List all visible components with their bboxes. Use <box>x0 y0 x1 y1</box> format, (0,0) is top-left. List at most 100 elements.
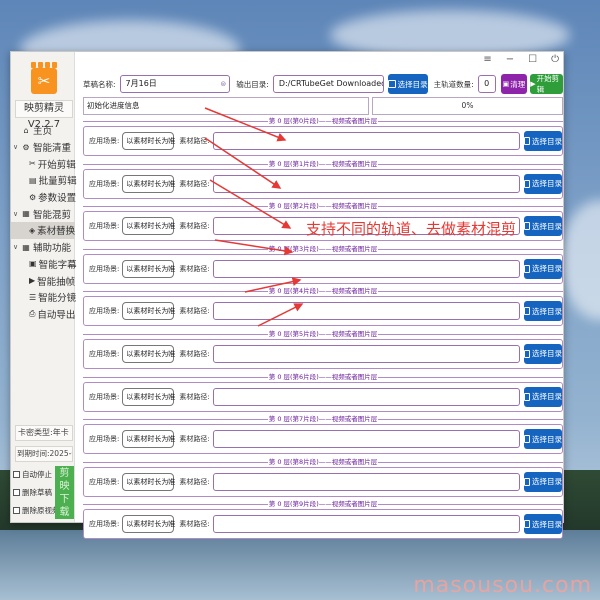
dropdown-icon: ⊜ <box>166 477 172 485</box>
dropdown-icon: ⊜ <box>166 222 172 230</box>
track-settings: 应用场景: 以素材时长为准 ⊜ 素材路径: 选择目录 <box>83 126 563 156</box>
clear-button[interactable]: ▣ 清理 <box>500 74 528 94</box>
minimize-icon[interactable]: − <box>506 54 514 65</box>
choose-material-dir-button[interactable]: 选择目录 <box>524 386 562 407</box>
checkbox-icon <box>13 489 20 496</box>
scene-select[interactable]: 以素材时长为准 ⊜ <box>122 259 175 278</box>
power-icon[interactable]: ⏻ <box>551 54 559 65</box>
sidebar-item-7[interactable]: ∨ ▦ 辅助功能 <box>11 239 75 256</box>
sidebar-item-2[interactable]: ✂ 开始剪辑 <box>11 155 76 172</box>
sidebar-item-4[interactable]: ⚙ 参数设置 <box>11 189 76 206</box>
scene-label: 应用场景: <box>89 264 120 273</box>
choose-material-dir-button[interactable]: 选择目录 <box>524 471 562 492</box>
choose-material-dir-button[interactable]: 选择目录 <box>524 216 562 237</box>
choose-material-dir-button[interactable]: 选择目录 <box>524 301 562 322</box>
sidebar-item-0[interactable]: ⌂ 主页 <box>11 122 75 139</box>
folder-icon <box>524 435 530 444</box>
track-title: 第 0 层(第8片段)——视频或者图片层 <box>83 458 563 466</box>
track-title: 第 0 层(第1片段)——视频或者图片层 <box>83 160 563 168</box>
material-path-input[interactable] <box>212 344 520 363</box>
draft-name-input[interactable]: 7月16日 ⊜ <box>119 75 231 93</box>
track-title: 第 0 层(第4片段)——视频或者图片层 <box>83 287 563 295</box>
material-path-input[interactable] <box>212 302 520 321</box>
output-dir-input[interactable]: D:/CRTubeGet Downloaded/1 <box>272 75 384 93</box>
export-icon: ⎙ <box>29 308 36 318</box>
material-path-input[interactable] <box>212 387 520 406</box>
choose-material-dir-button[interactable]: 选择目录 <box>524 429 562 450</box>
scene-select[interactable]: 以素材时长为准 ⊜ <box>122 515 175 534</box>
scene-select[interactable]: 以素材时长为准 ⊜ <box>122 387 175 406</box>
delete-source-checkbox[interactable]: 删除原视频 <box>13 505 60 516</box>
material-path-input[interactable] <box>212 174 520 193</box>
choose-material-dir-button[interactable]: 选择目录 <box>524 343 562 364</box>
track-settings: 应用场景: 以素材时长为准 ⊜ 素材路径: 选择目录 <box>83 424 563 455</box>
sidebar-item-label: 辅助功能 <box>33 243 72 255</box>
sidebar-item-label: 批量剪辑 <box>38 176 77 188</box>
dropdown-icon: ⊜ <box>166 137 172 144</box>
sidebar-item-9[interactable]: ▶ 智能抽帧 <box>11 272 75 289</box>
material-path-input[interactable] <box>212 472 520 491</box>
home-icon: ⌂ <box>23 125 29 135</box>
scene-select[interactable]: 以素材时长为准 ⊜ <box>122 174 175 193</box>
choose-output-dir-button[interactable]: 选择目录 <box>387 74 428 94</box>
path-label: 素材路径: <box>179 520 210 529</box>
track-row: 第 0 层(第1片段)——视频或者图片层 应用场景: 以素材时长为准 ⊜ 素材路径: 选择… <box>83 160 563 203</box>
app-title: 映剪精灵V2.2.7 <box>15 100 73 130</box>
track-row: 第 0 层(第7片段)——视频或者图片层应用场景: 以素材时长为准 ⊜ 素材路径: 选择… <box>83 415 563 458</box>
scene-select[interactable]: 以素材时长为准 ⊜ <box>122 217 175 236</box>
sidebar-item-label: 智能混剪 <box>33 209 72 221</box>
sidebar-item-8[interactable]: ▣ 智能字幕 <box>11 256 77 273</box>
folder-icon <box>524 264 530 273</box>
path-label: 素材路径: <box>179 179 210 188</box>
track-title: 第 0 层(第7片段)——视频或者图片层 <box>83 415 563 423</box>
gear-icon: ⚙ <box>29 192 37 202</box>
scene-label: 应用场景: <box>89 435 120 444</box>
choose-material-dir-button[interactable]: 选择目录 <box>524 131 562 151</box>
scene-select[interactable]: 以素材时长为准 ⊜ <box>122 472 175 491</box>
sidebar-item-1[interactable]: ∨ ⚙ 智能清重 <box>11 139 75 156</box>
sidebar-item-label: 智能字幕 <box>38 259 77 271</box>
cog-icon: ⚙ <box>22 142 30 152</box>
material-path-input[interactable] <box>212 515 520 534</box>
sidebar-item-label: 主页 <box>33 126 53 138</box>
choose-material-dir-button[interactable]: 选择目录 <box>524 258 562 279</box>
scene-label: 应用场景: <box>89 137 120 145</box>
track-settings: 应用场景: 以素材时长为准 ⊜ 素材路径: 选择目录 <box>83 168 563 199</box>
app-logo-icon: ✂ <box>31 62 57 94</box>
scissors-icon: ✂ <box>29 159 36 169</box>
main-track-input[interactable]: 0 <box>477 75 496 93</box>
dropdown-icon: ⊜ <box>166 435 172 443</box>
path-label: 素材路径: <box>179 264 210 273</box>
scene-select[interactable]: 以素材时长为准 ⊜ <box>122 302 175 321</box>
maximize-icon[interactable]: ☐ <box>528 54 537 65</box>
scene-select[interactable]: 以素材时长为准 ⊜ <box>122 430 175 449</box>
subtitle-icon: ▣ <box>29 259 37 269</box>
choose-material-dir-button[interactable]: 选择目录 <box>524 173 562 194</box>
menu-icon[interactable]: ≡ <box>483 54 491 65</box>
download-button-char: 映 <box>59 481 70 492</box>
path-label: 素材路径: <box>179 435 210 444</box>
sidebar: ✂ 映剪精灵V2.2.7 ⌂ 主页 ∨ ⚙ 智能清重 ✂ 开始剪辑 ▤ 批量剪辑 ⚙ 参数设置 ∨ ▦ 智… <box>11 52 77 522</box>
material-path-input[interactable] <box>212 132 520 150</box>
sidebar-item-11[interactable]: ⎙ 自动导出 <box>11 306 75 323</box>
track-title: 第 0 层(第6片段)——视频或者图片层 <box>83 373 563 381</box>
auto-stop-checkbox[interactable]: 自动停止 <box>13 469 52 480</box>
scene-select[interactable]: 以素材时长为准 ⊜ <box>122 344 175 363</box>
split-icon: ☰ <box>29 292 37 302</box>
sidebar-item-label: 智能抽帧 <box>37 276 76 288</box>
sidebar-item-5[interactable]: ∨ ▦ 智能混剪 <box>11 205 75 222</box>
start-edit-button[interactable]: ▶ 开始剪辑 <box>530 74 564 94</box>
sidebar-item-6[interactable]: ◈ 素材替换 <box>11 222 75 239</box>
scene-select[interactable]: 以素材时长为准 ⊜ <box>122 132 175 150</box>
sidebar-item-10[interactable]: ☰ 智能分镜 <box>11 289 76 306</box>
choose-material-dir-button[interactable]: 选择目录 <box>524 514 562 535</box>
track-row: 第 0 层(第6片段)——视频或者图片层 应用场景: 以素材时长为准 ⊜ 素材路径: 选择… <box>83 373 563 416</box>
progress-percent: 0% <box>461 101 474 110</box>
sidebar-item-3[interactable]: ▤ 批量剪辑 <box>11 172 77 189</box>
delete-draft-checkbox[interactable]: 删除草稿 <box>13 487 52 498</box>
main-track-label: 主轨道数量: <box>433 79 474 89</box>
material-path-input[interactable] <box>212 259 520 278</box>
jianying-download-button[interactable]: 剪映下载 <box>55 466 74 519</box>
path-label: 素材路径: <box>179 137 210 145</box>
material-path-input[interactable] <box>212 430 520 449</box>
